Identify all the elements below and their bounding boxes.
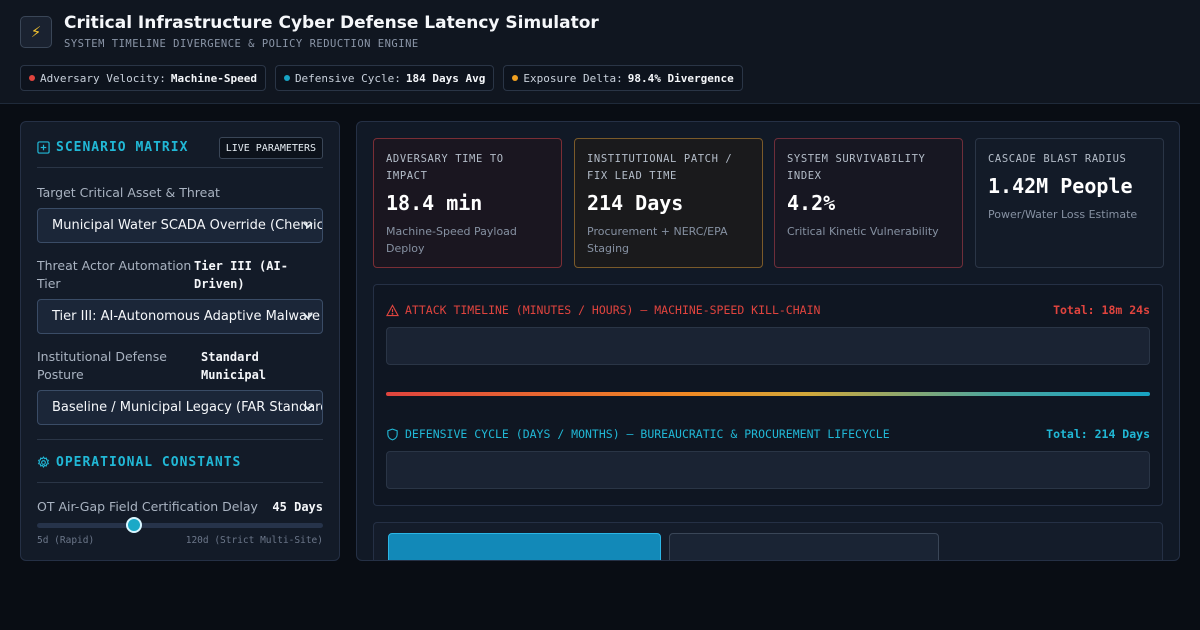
chevron-down-icon bbox=[303, 222, 313, 229]
metric-value: 214 Days bbox=[587, 191, 684, 215]
metric-value: 18.4 min bbox=[386, 191, 483, 215]
metric-card-blast-radius: CASCADE BLAST RADIUS 1.42M People Power/… bbox=[975, 138, 1164, 268]
pill-label: Exposure Delta: bbox=[523, 71, 623, 85]
divergence-gradient-bar bbox=[386, 392, 1150, 396]
section-title: SCENARIO MATRIX bbox=[56, 140, 189, 155]
action-bar bbox=[373, 522, 1163, 560]
divider bbox=[37, 167, 323, 168]
pill-value: Machine-Speed bbox=[170, 71, 257, 85]
airgap-max-label: 120d (Strict Multi-Site) bbox=[185, 535, 323, 546]
airgap-value: 45 Days bbox=[272, 500, 323, 514]
metric-card-patch-lead-time: INSTITUTIONAL PATCH / FIX LEAD TIME 214 … bbox=[574, 138, 763, 268]
metric-note: Procurement + NERC/EPA Staging bbox=[587, 225, 728, 255]
asset-label: Target Critical Asset & Threat bbox=[37, 185, 220, 200]
airgap-min-label: 5d (Rapid) bbox=[37, 535, 95, 546]
pill-value: 98.4% Divergence bbox=[627, 71, 734, 85]
metric-value: 1.42M People bbox=[988, 174, 1133, 198]
secondary-action-button[interactable] bbox=[669, 533, 939, 560]
plus-square-icon bbox=[37, 141, 50, 154]
defense-total: Total: 214 Days bbox=[1046, 427, 1150, 441]
metric-card-time-to-impact: ADVERSARY TIME TO IMPACT 18.4 min Machin… bbox=[373, 138, 562, 268]
posture-label: Institutional Defense Posture bbox=[37, 349, 167, 382]
actor-select[interactable]: Tier III: AI-Autonomous Adaptive Malware bbox=[37, 299, 323, 334]
scenario-matrix-heading: SCENARIO MATRIX bbox=[37, 140, 188, 155]
section-title: OPERATIONAL CONSTANTS bbox=[56, 455, 242, 470]
chevron-down-icon bbox=[303, 404, 313, 411]
status-pills: Adversary Velocity: Machine-Speed Defens… bbox=[20, 65, 743, 91]
live-parameters-button[interactable]: LIVE PARAMETERS bbox=[218, 137, 323, 159]
results-panel: ADVERSARY TIME TO IMPACT 18.4 min Machin… bbox=[356, 121, 1180, 561]
timeline-title: ATTACK TIMELINE (MINUTES / HOURS) — MACH… bbox=[405, 303, 821, 317]
metric-label: ADVERSARY TIME TO IMPACT bbox=[386, 153, 504, 182]
metric-note: Machine-Speed Payload Deploy bbox=[386, 225, 517, 255]
posture-select[interactable]: Baseline / Municipal Legacy (FAR Standar… bbox=[37, 390, 323, 425]
pill-value: 184 Days Avg bbox=[405, 71, 486, 85]
app-header: ⚡ Critical Infrastructure Cyber Defense … bbox=[0, 0, 1200, 104]
timeline-title: DEFENSIVE CYCLE (DAYS / MONTHS) — BUREAU… bbox=[405, 427, 890, 441]
status-dot-icon bbox=[29, 75, 35, 81]
divider bbox=[37, 482, 323, 483]
status-dot-icon bbox=[512, 75, 519, 81]
asset-select-value: Municipal Water SCADA Override (Chemical… bbox=[52, 218, 322, 233]
attack-timeline-track bbox=[386, 327, 1150, 365]
attack-timeline-heading: ATTACK TIMELINE (MINUTES / HOURS) — MACH… bbox=[386, 303, 820, 317]
metric-note: Critical Kinetic Vulnerability bbox=[787, 225, 939, 238]
warning-triangle-icon bbox=[386, 303, 399, 316]
actor-value: Tier III (AI-Driven) bbox=[194, 259, 288, 291]
page-subtitle: SYSTEM TIMELINE DIVERGENCE & POLICY REDU… bbox=[64, 38, 419, 50]
status-pill-exposure-delta: Exposure Delta: 98.4% Divergence bbox=[503, 65, 743, 91]
airgap-slider-thumb[interactable] bbox=[126, 517, 143, 533]
posture-select-value: Baseline / Municipal Legacy (FAR Standar… bbox=[52, 400, 323, 415]
defense-timeline-track bbox=[386, 451, 1150, 489]
timeline-comparison: ATTACK TIMELINE (MINUTES / HOURS) — MACH… bbox=[373, 284, 1163, 506]
asset-select[interactable]: Municipal Water SCADA Override (Chemical… bbox=[37, 208, 323, 243]
actor-select-value: Tier III: AI-Autonomous Adaptive Malware bbox=[52, 309, 321, 324]
airgap-slider-track[interactable] bbox=[37, 523, 323, 528]
defense-timeline-heading: DEFENSIVE CYCLE (DAYS / MONTHS) — BUREAU… bbox=[386, 427, 890, 441]
gear-icon bbox=[37, 456, 50, 468]
lightning-bolt-icon: ⚡ bbox=[20, 16, 52, 48]
airgap-label: OT Air-Gap Field Certification Delay bbox=[37, 499, 258, 514]
metric-note: Power/Water Loss Estimate bbox=[988, 208, 1138, 221]
operational-constants-heading: OPERATIONAL CONSTANTS bbox=[37, 455, 241, 470]
divider bbox=[37, 439, 323, 440]
posture-value: Standard Municipal bbox=[201, 350, 267, 382]
status-dot-icon bbox=[283, 75, 290, 81]
scenario-panel: SCENARIO MATRIX LIVE PARAMETERS Target C… bbox=[20, 121, 340, 561]
chevron-down-icon bbox=[303, 313, 313, 320]
metric-label: CASCADE BLAST RADIUS bbox=[988, 153, 1127, 165]
metric-label: SYSTEM SURVIVABILITY INDEX bbox=[787, 153, 926, 182]
attack-total: Total: 18m 24s bbox=[1053, 303, 1150, 317]
metric-value: 4.2% bbox=[787, 191, 836, 215]
status-pill-defensive-cycle: Defensive Cycle: 184 Days Avg bbox=[274, 65, 495, 91]
page-title: Critical Infrastructure Cyber Defense La… bbox=[64, 13, 599, 33]
shield-icon bbox=[387, 428, 398, 440]
metric-label: INSTITUTIONAL PATCH / FIX LEAD TIME bbox=[587, 153, 733, 182]
status-pill-adversary-velocity: Adversary Velocity: Machine-Speed bbox=[20, 65, 266, 91]
metric-card-survivability-index: SYSTEM SURVIVABILITY INDEX 4.2% Critical… bbox=[774, 138, 963, 268]
actor-label: Threat Actor Automation Tier bbox=[37, 258, 192, 291]
primary-action-button[interactable] bbox=[388, 533, 661, 560]
pill-label: Adversary Velocity: bbox=[40, 71, 166, 85]
pill-label: Defensive Cycle: bbox=[294, 71, 401, 85]
